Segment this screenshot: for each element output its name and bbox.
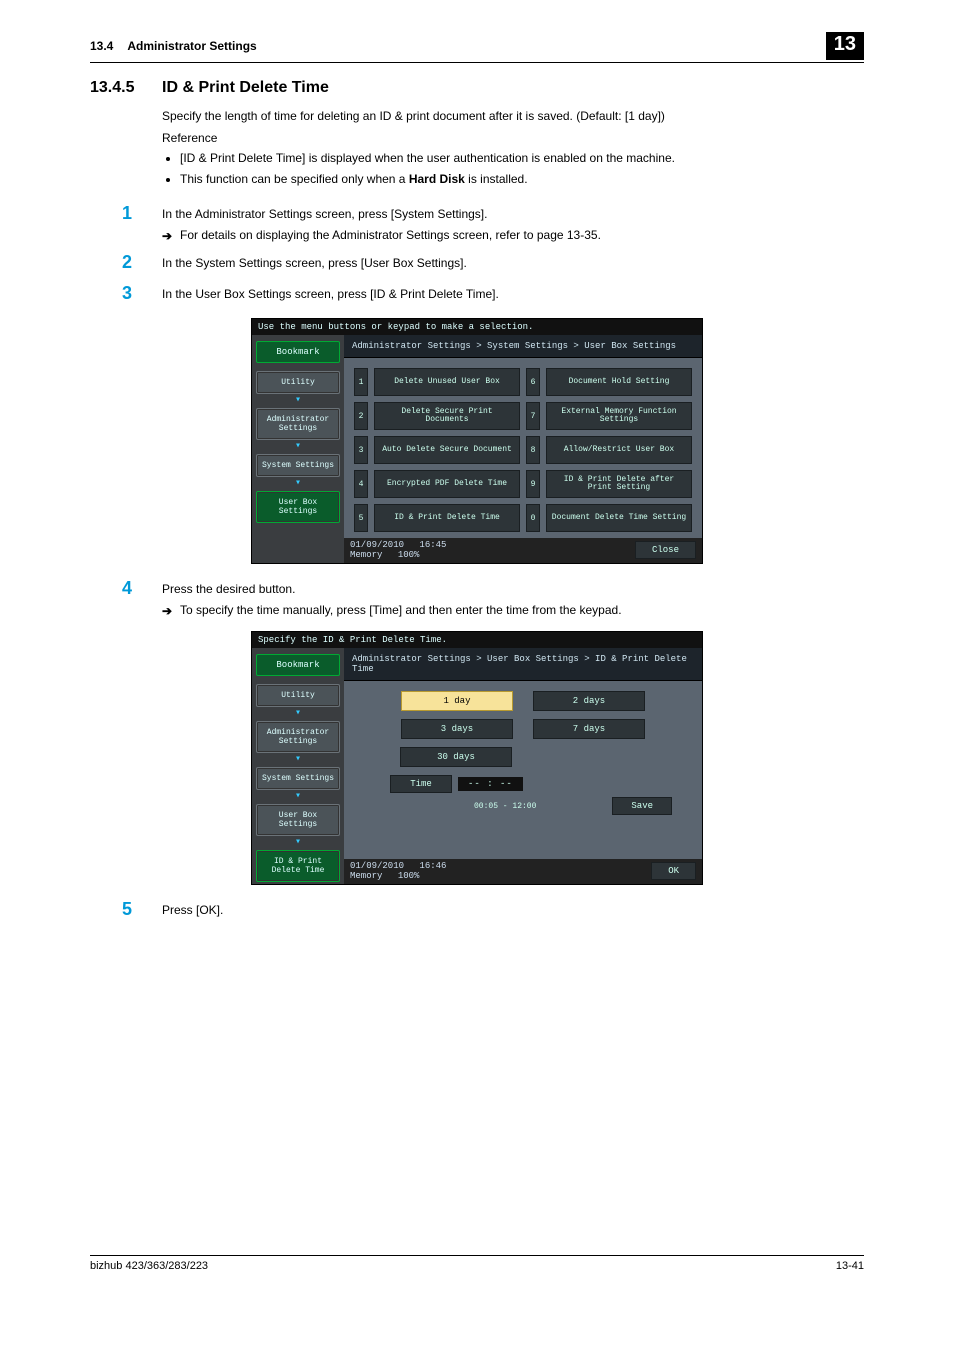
chevron-down-icon: ▾ bbox=[256, 442, 340, 452]
step-number: 3 bbox=[90, 283, 162, 304]
step-subtext: ➔ To specify the time manually, press [T… bbox=[162, 603, 864, 617]
sidebar-item-user-box-settings[interactable]: User Box Settings bbox=[256, 491, 340, 523]
step-text: Press [OK]. bbox=[162, 899, 864, 920]
breadcrumb: Administrator Settings > User Box Settin… bbox=[344, 648, 702, 681]
menu-button[interactable]: Encrypted PDF Delete Time bbox=[374, 470, 520, 498]
page-header: 13.4 Administrator Settings 13 bbox=[90, 32, 864, 63]
embedded-screenshot-user-box-settings: Use the menu buttons or keypad to make a… bbox=[251, 318, 703, 564]
menu-number: 3 bbox=[354, 436, 368, 464]
status-bar: 01/09/2010 16:46 Memory 100% bbox=[350, 861, 456, 881]
menu-number: 0 bbox=[526, 504, 540, 532]
chevron-down-icon: ▾ bbox=[256, 792, 340, 802]
menu-number: 8 bbox=[526, 436, 540, 464]
menu-button[interactable]: Allow/Restrict User Box bbox=[546, 436, 692, 464]
screen-instruction: Specify the ID & Print Delete Time. bbox=[252, 632, 702, 648]
breadcrumb: Administrator Settings > System Settings… bbox=[344, 335, 702, 358]
reference-bullets: [ID & Print Delete Time] is displayed wh… bbox=[162, 149, 864, 189]
step-subtext: ➔ For details on displaying the Administ… bbox=[162, 228, 864, 242]
footer-right: 13-41 bbox=[836, 1260, 864, 1272]
menu-number: 9 bbox=[526, 470, 540, 498]
menu-button[interactable]: ID & Print Delete Time bbox=[374, 504, 520, 532]
status-time: 16:45 bbox=[419, 540, 446, 550]
status-memory: 100% bbox=[398, 871, 420, 881]
embedded-screenshot-id-print-delete-time: Specify the ID & Print Delete Time. Book… bbox=[251, 631, 703, 885]
bullet-item: This function can be specified only when… bbox=[180, 170, 864, 189]
step-text: In the User Box Settings screen, press [… bbox=[162, 283, 864, 304]
menu-number: 1 bbox=[354, 368, 368, 396]
time-range-label: 00:05 - 12:00 bbox=[474, 802, 536, 811]
chevron-down-icon: ▾ bbox=[256, 838, 340, 848]
bookmark-tab[interactable]: Bookmark bbox=[256, 341, 340, 363]
sidebar-item-user-box-settings[interactable]: User Box Settings bbox=[256, 804, 340, 836]
footer-left: bizhub 423/363/283/223 bbox=[90, 1260, 208, 1272]
status-bar: 01/09/2010 16:45 Memory 100% bbox=[350, 540, 456, 560]
chevron-down-icon: ▾ bbox=[256, 479, 340, 489]
menu-button[interactable]: Delete Unused User Box bbox=[374, 368, 520, 396]
step-text: In the System Settings screen, press [Us… bbox=[162, 252, 864, 273]
arrow-right-icon: ➔ bbox=[162, 229, 172, 243]
page-footer: bizhub 423/363/283/223 13-41 bbox=[90, 1255, 864, 1272]
step-number: 1 bbox=[90, 203, 162, 224]
section-heading: 13.4.5 ID & Print Delete Time bbox=[90, 79, 864, 97]
step-number: 2 bbox=[90, 252, 162, 273]
step-number: 4 bbox=[90, 578, 162, 599]
menu-number: 6 bbox=[526, 368, 540, 396]
bookmark-tab[interactable]: Bookmark bbox=[256, 654, 340, 676]
menu-grid: 1 Delete Unused User Box 6 Document Hold… bbox=[354, 368, 692, 532]
header-section-number: 13.4 bbox=[90, 39, 113, 53]
sidebar-item-system-settings[interactable]: System Settings bbox=[256, 454, 340, 477]
step-text: In the Administrator Settings screen, pr… bbox=[162, 203, 864, 224]
menu-button[interactable]: Delete Secure Print Documents bbox=[374, 402, 520, 430]
menu-button[interactable]: ID & Print Delete after Print Setting bbox=[546, 470, 692, 498]
option-7-days[interactable]: 7 days bbox=[533, 719, 645, 739]
sidebar-item-system-settings[interactable]: System Settings bbox=[256, 767, 340, 790]
menu-number: 2 bbox=[354, 402, 368, 430]
chevron-down-icon: ▾ bbox=[256, 709, 340, 719]
header-section-title: Administrator Settings bbox=[127, 39, 825, 53]
menu-button[interactable]: Document Delete Time Setting bbox=[546, 504, 692, 532]
time-button[interactable]: Time bbox=[390, 775, 452, 793]
time-display: -- : -- bbox=[458, 777, 523, 791]
option-3-days[interactable]: 3 days bbox=[401, 719, 513, 739]
sidebar-item-utility[interactable]: Utility bbox=[256, 684, 340, 707]
substep-text: To specify the time manually, press [Tim… bbox=[180, 603, 622, 617]
status-time: 16:46 bbox=[419, 861, 446, 871]
menu-number: 5 bbox=[354, 504, 368, 532]
option-2-days[interactable]: 2 days bbox=[533, 691, 645, 711]
option-30-days[interactable]: 30 days bbox=[400, 747, 512, 767]
reference-label: Reference bbox=[162, 131, 864, 145]
intro-text: Specify the length of time for deleting … bbox=[162, 107, 864, 125]
arrow-right-icon: ➔ bbox=[162, 604, 172, 618]
save-button[interactable]: Save bbox=[612, 797, 672, 815]
status-memory-label: Memory bbox=[350, 871, 382, 881]
sidebar-item-admin-settings[interactable]: Administrator Settings bbox=[256, 408, 340, 440]
menu-number: 4 bbox=[354, 470, 368, 498]
bullet-item: [ID & Print Delete Time] is displayed wh… bbox=[180, 149, 864, 168]
status-date: 01/09/2010 bbox=[350, 540, 404, 550]
menu-button[interactable]: Document Hold Setting bbox=[546, 368, 692, 396]
step-text: Press the desired button. bbox=[162, 578, 864, 599]
close-button[interactable]: Close bbox=[635, 541, 696, 559]
step-number: 5 bbox=[90, 899, 162, 920]
menu-button[interactable]: External Memory Function Settings bbox=[546, 402, 692, 430]
option-1-day[interactable]: 1 day bbox=[401, 691, 513, 711]
chevron-down-icon: ▾ bbox=[256, 755, 340, 765]
menu-button[interactable]: Auto Delete Secure Document bbox=[374, 436, 520, 464]
sidebar-item-admin-settings[interactable]: Administrator Settings bbox=[256, 721, 340, 753]
status-memory: 100% bbox=[398, 550, 420, 560]
heading-number: 13.4.5 bbox=[90, 79, 162, 97]
status-date: 01/09/2010 bbox=[350, 861, 404, 871]
ok-button[interactable]: OK bbox=[651, 862, 696, 880]
sidebar-item-id-print-delete-time[interactable]: ID & Print Delete Time bbox=[256, 850, 340, 882]
sidebar-item-utility[interactable]: Utility bbox=[256, 371, 340, 394]
chapter-badge: 13 bbox=[826, 32, 864, 60]
chevron-down-icon: ▾ bbox=[256, 396, 340, 406]
status-memory-label: Memory bbox=[350, 550, 382, 560]
screen-instruction: Use the menu buttons or keypad to make a… bbox=[252, 319, 702, 335]
substep-text: For details on displaying the Administra… bbox=[180, 228, 601, 242]
menu-number: 7 bbox=[526, 402, 540, 430]
heading-text: ID & Print Delete Time bbox=[162, 79, 329, 97]
